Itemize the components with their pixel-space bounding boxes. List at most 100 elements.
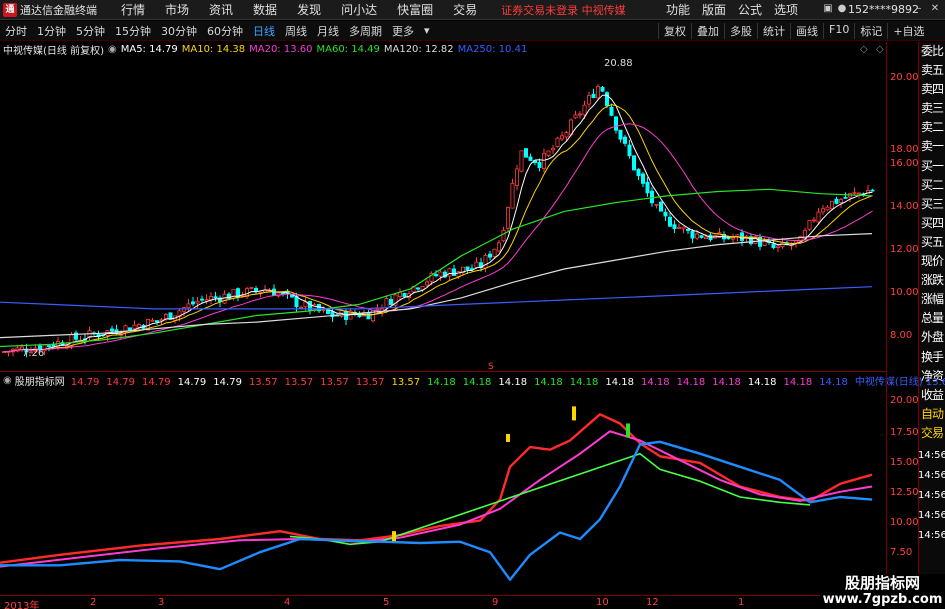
candle-body [807, 220, 812, 230]
period-tab[interactable]: 15分钟 [110, 23, 156, 39]
tool-f10[interactable]: F10 [823, 22, 854, 39]
menu-data[interactable]: 数据 [243, 1, 287, 18]
login-warning[interactable]: 证券交易未登录 中视传媒 [501, 2, 626, 18]
menu-layout[interactable]: 版面 [696, 1, 732, 18]
date-tick: 2013年 [4, 601, 40, 609]
menu-discover[interactable]: 发现 [287, 1, 331, 18]
candle-body [415, 287, 420, 290]
period-tab[interactable]: 周线 [280, 23, 312, 39]
signal-bar [392, 531, 396, 542]
tool-draw[interactable]: 画线 [790, 22, 823, 39]
candle-body [249, 286, 254, 289]
menu-news[interactable]: 资讯 [199, 1, 243, 18]
menu-formula[interactable]: 公式 [732, 1, 768, 18]
candle-body [699, 235, 704, 238]
candle-body [551, 147, 556, 151]
ticker-value: 13.57 [284, 376, 314, 388]
candle-body [505, 207, 510, 229]
candle-body [564, 132, 569, 138]
indicator-tick: 17.50 [890, 427, 919, 438]
period-tab-more[interactable]: 更多 [387, 23, 419, 39]
tool-adjust[interactable]: 复权 [658, 22, 691, 39]
candle-body [132, 324, 137, 330]
candle-body [776, 245, 781, 248]
candle-body [501, 229, 506, 242]
time-tick: 14:56 [918, 470, 945, 481]
ticker-value: 14.18 [676, 376, 706, 388]
ticker-value: 14.79 [70, 376, 100, 388]
menu-circle[interactable]: 快富圈 [387, 1, 443, 18]
period-tab-active[interactable]: 日线 [248, 23, 280, 39]
quote-field-label[interactable]: 交易 [919, 424, 945, 443]
user-icon[interactable]: ● [836, 3, 848, 15]
candle-body [384, 298, 389, 309]
diamond-icon[interactable]: ◇ [860, 44, 868, 55]
period-tab[interactable]: 60分钟 [202, 23, 248, 39]
candle-body [519, 150, 524, 172]
menu-ask[interactable]: 问小达 [331, 1, 387, 18]
period-tab[interactable]: 5分钟 [71, 23, 110, 39]
period-tab[interactable]: 1分钟 [32, 23, 71, 39]
quote-field-label: 收益 [920, 387, 944, 402]
quote-field-label: 现价 [920, 254, 944, 269]
candlestick-chart[interactable]: S [0, 42, 886, 372]
candle-body [186, 303, 191, 309]
candle-body [834, 198, 839, 204]
candle-body [546, 150, 551, 156]
tool-overlay[interactable]: 叠加 [691, 22, 724, 39]
ticker-value: 13.57 [355, 376, 385, 388]
candle-body [456, 271, 461, 277]
tool-add-watch[interactable]: +自选 [887, 22, 929, 39]
candle-body [677, 226, 682, 229]
candle-body [150, 319, 155, 322]
tool-multi[interactable]: 多股 [724, 22, 757, 39]
skin-icon[interactable]: ▣ [822, 3, 834, 15]
minimize-icon[interactable]: – [913, 3, 925, 15]
time-tick: 14:56 [918, 510, 945, 521]
time-tick: 14:56 [918, 530, 945, 541]
period-tab[interactable]: 多周期 [344, 23, 387, 39]
quote-field-label: 换手 [920, 349, 944, 364]
candle-body [195, 300, 200, 304]
chevron-down-icon[interactable]: ▾ [419, 24, 435, 37]
time-tick: 14:56 [918, 490, 945, 501]
tool-mark[interactable]: 标记 [854, 22, 887, 39]
diamond-icon[interactable]: ◇ [876, 44, 884, 55]
candle-body [438, 271, 443, 277]
candle-body [253, 288, 258, 292]
settings-circle-icon[interactable]: ◉ [108, 44, 117, 55]
date-tick: 4 [284, 597, 291, 608]
ma10-line [3, 104, 873, 353]
candle-body [465, 266, 470, 270]
period-tab[interactable]: 30分钟 [156, 23, 202, 39]
menu-market[interactable]: 行情 [111, 1, 155, 18]
quote-field-label[interactable]: 自动 [919, 405, 945, 424]
indicator-ticker: 14.79 14.79 14.79 14.79 14.79 13.57 13.57 13.57… [71, 373, 945, 388]
candle-body [474, 261, 479, 268]
candle-body [199, 298, 204, 301]
menu-options[interactable]: 选项 [768, 1, 804, 18]
quote-field-label: 买五 [920, 234, 944, 249]
tool-stats[interactable]: 统计 [757, 22, 790, 39]
ma120-label: MA120: 12.82 [383, 43, 454, 55]
close-icon[interactable]: ✕ [929, 3, 941, 15]
menu-trade[interactable]: 交易 [443, 1, 487, 18]
period-tab[interactable]: 分时 [0, 23, 32, 39]
menu-function[interactable]: 功能 [660, 1, 696, 18]
candle-body [555, 137, 560, 147]
dividend-marker: S [488, 362, 494, 372]
candle-body [582, 104, 587, 116]
period-tab[interactable]: 月线 [312, 23, 344, 39]
signal-bar [626, 423, 630, 438]
candle-body [704, 236, 709, 239]
candle-body [650, 190, 655, 204]
candle-body [528, 156, 533, 161]
indicator-tick: 10.00 [890, 517, 919, 528]
candle-body [632, 155, 637, 171]
candle-body [825, 206, 830, 211]
menu-exchange[interactable]: 市场 [155, 1, 199, 18]
quote-side-panel: 委比 卖五 卖四 卖三 卖二 卖一 买一 买二 买三 买四 买五 现价 涨跌 涨幅 总量 外盘 换手 净资 收益 自动… [918, 42, 945, 585]
indicator-chart[interactable] [0, 388, 886, 585]
period-bar: 分时 1分钟 5分钟 15分钟 30分钟 60分钟 日线 周线 月线 多周期 更… [0, 21, 945, 41]
indicator-settings-icon[interactable]: ◉ [3, 375, 12, 386]
